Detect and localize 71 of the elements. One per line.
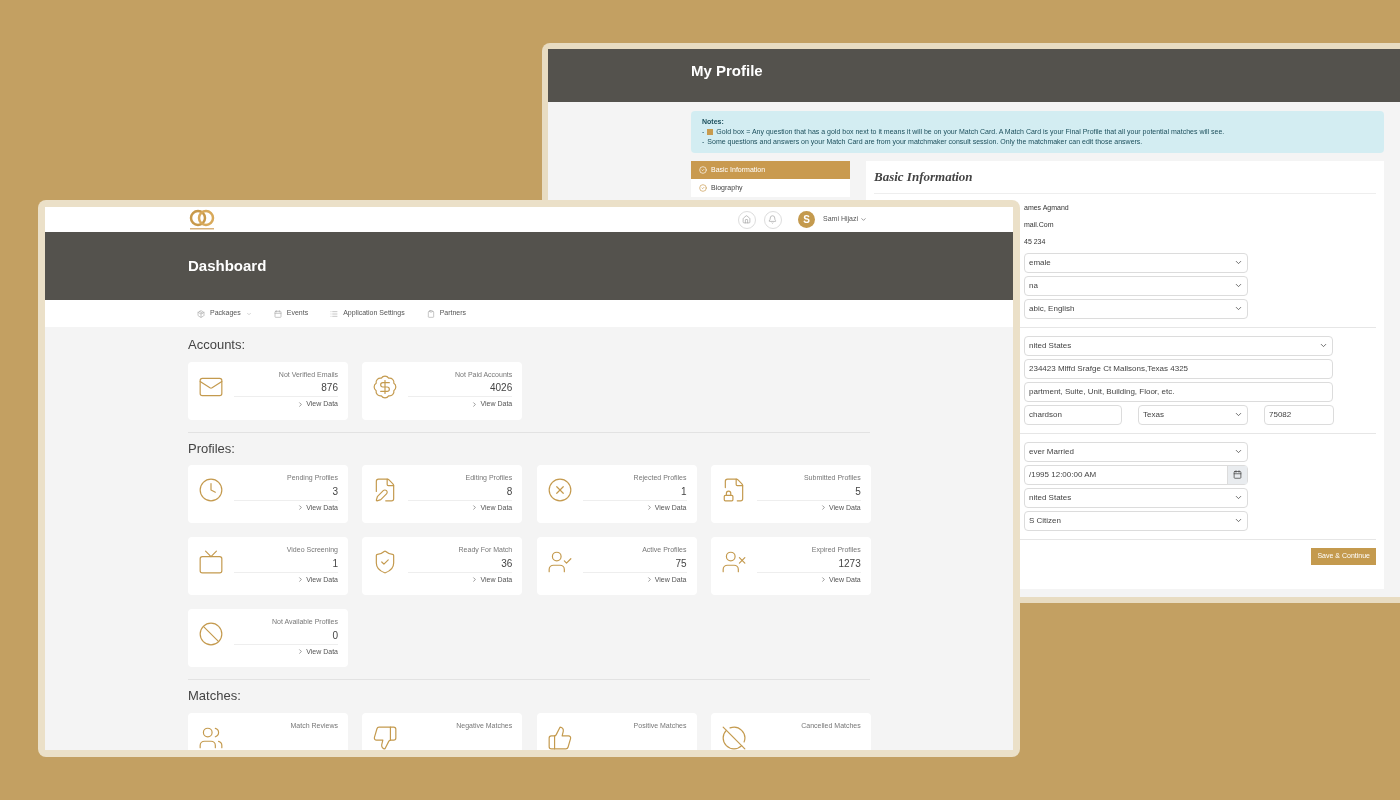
thumbs-down-icon	[372, 724, 399, 750]
stat-count: 1273	[838, 556, 861, 571]
select-field[interactable]: nited States	[1024, 335, 1333, 356]
list-icon	[330, 309, 339, 318]
section-title: Accounts:	[188, 336, 247, 354]
package-icon	[197, 309, 205, 318]
select-field[interactable]: na	[1024, 275, 1248, 296]
chevron-down-icon	[1234, 258, 1243, 267]
chevron-down-icon	[860, 216, 867, 223]
chevron-down-icon	[1234, 410, 1243, 419]
chevron-right-icon	[471, 576, 479, 584]
chevron-right-icon	[645, 504, 653, 512]
chevron-down-icon	[1234, 304, 1243, 313]
calendar-icon	[273, 309, 282, 318]
calendar-button[interactable]	[1227, 465, 1247, 484]
page-title: My Profile	[691, 62, 763, 79]
chevron-down-icon	[1319, 341, 1328, 350]
date-field[interactable]: /1995 12:00:00 AM	[1024, 464, 1248, 485]
select-field[interactable]: S Citizen	[1024, 510, 1248, 531]
page-title: Dashboard	[188, 255, 267, 276]
chevron-right-icon	[471, 400, 479, 408]
tv-icon	[198, 549, 224, 575]
rings-logo	[188, 208, 216, 231]
chevron-right-icon	[819, 576, 827, 584]
select-field[interactable]: emale	[1024, 252, 1248, 273]
chevron-right-icon	[819, 504, 827, 512]
select-field[interactable]: Texas	[1138, 404, 1248, 425]
chevron-right-icon	[297, 504, 305, 512]
input-field[interactable]: partment, Suite, Unit, Building, Floor, etc.	[1024, 381, 1333, 402]
section-title: Matches:	[188, 687, 242, 705]
calendar-icon	[1233, 470, 1242, 479]
chevron-down-icon	[1234, 516, 1243, 525]
bell-icon	[768, 215, 778, 224]
chevron-down-icon	[1234, 493, 1243, 502]
ban-icon	[198, 621, 224, 647]
stat-count: 4026	[490, 381, 513, 395]
thumbs-up-icon	[546, 724, 573, 750]
check-circle-icon	[699, 184, 707, 192]
select-field[interactable]: abic, English	[1024, 298, 1248, 319]
stat-count: 5	[855, 484, 861, 499]
input-field[interactable]: 234423 Mlffd Srafge Ct Mallsons,Texas 4325	[1024, 358, 1333, 379]
select-field[interactable]: ever Married	[1024, 441, 1248, 462]
chevron-down-icon	[1234, 447, 1243, 456]
chevron-down-icon	[1234, 281, 1243, 290]
clock-icon	[198, 477, 224, 503]
input-field[interactable]: chardson	[1024, 404, 1122, 425]
select-field[interactable]: nited States	[1024, 487, 1248, 508]
stat-count: 8	[506, 484, 513, 499]
stat-count: 876	[321, 381, 338, 395]
circle-off-icon	[720, 724, 747, 750]
section-title: Profiles:	[188, 439, 236, 458]
home-icon	[742, 215, 752, 224]
chevron-right-icon	[645, 576, 653, 584]
chevron-right-icon	[297, 648, 305, 656]
stat-count: 0	[332, 628, 338, 643]
x-circle-icon	[546, 477, 573, 503]
stat-count: 36	[501, 556, 513, 571]
user-x-icon	[720, 549, 747, 575]
check-circle-icon	[699, 166, 707, 174]
input-field[interactable]: 75082	[1264, 404, 1334, 425]
stat-count: 1	[680, 484, 687, 499]
card-title: Basic Information	[874, 167, 1376, 194]
dollar-badge-icon	[372, 373, 399, 400]
stat-count: 3	[332, 484, 338, 499]
chevron-right-icon	[297, 400, 305, 408]
chevron-right-icon	[471, 504, 479, 512]
stat-count: 1	[332, 556, 338, 571]
user-check-icon	[546, 549, 573, 575]
stat-count: 75	[675, 556, 687, 571]
chevron-right-icon	[297, 576, 305, 584]
clipboard-icon	[426, 309, 435, 318]
